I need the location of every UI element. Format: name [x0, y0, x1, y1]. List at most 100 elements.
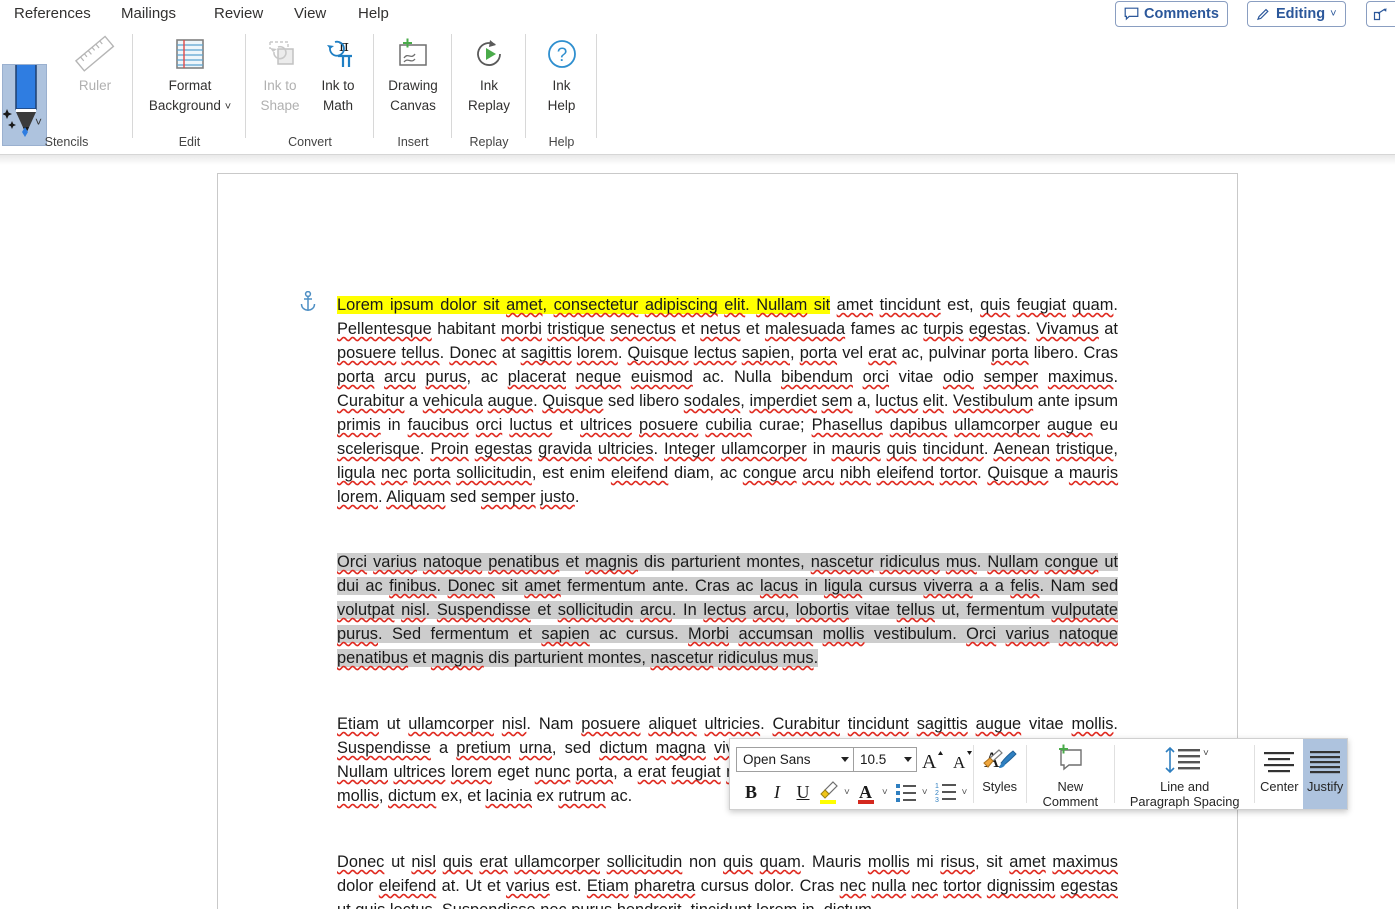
underline-button[interactable]: U [790, 778, 816, 806]
bullet-list-icon [895, 784, 916, 802]
svg-text:˅: ˅ [1203, 748, 1209, 759]
ink-to-shape-line1: Ink to [263, 78, 297, 93]
ink-to-shape-icon [260, 32, 300, 76]
line-spacing-line1: Line and [1160, 779, 1210, 794]
chevron-down-icon [841, 756, 849, 762]
ruler-label: Ruler [78, 78, 112, 93]
bold-label: B [744, 781, 757, 802]
text-highlight-color-button[interactable] [816, 778, 842, 806]
line-spacing-icon: ˅ [1157, 743, 1213, 779]
ribbon-group-convert: Ink to Shape π Ink to Math Convert [246, 28, 374, 155]
svg-text:A: A [953, 753, 966, 772]
ink-replay-icon [468, 32, 510, 76]
format-background-line2: Background ˅ [149, 96, 231, 117]
share-icon [1373, 7, 1390, 22]
blue-pen-icon [3, 65, 37, 137]
format-painter-icon [983, 749, 1003, 768]
ribbon-group-replay: Ink Replay Replay [452, 28, 526, 155]
drawing-canvas-line1: Drawing [388, 78, 438, 93]
numbering-button[interactable]: 1 2 3 [932, 778, 960, 806]
ink-to-math-icon: π [318, 32, 358, 76]
floating-mini-toolbar[interactable]: Open Sans 10.5 A A B I U ˅ A ˅ ˅ 1 2 3 ˅… [729, 738, 1348, 810]
paragraph-4[interactable]: Donec ut nisl quis erat ullamcorper soll… [337, 850, 1118, 909]
ribbon-group-label-help: Help [548, 135, 575, 149]
tab-mailings[interactable]: Mailings [115, 2, 182, 26]
highlight-color-chevron-down-icon[interactable]: ˅ [844, 787, 850, 798]
ruler-icon [74, 32, 116, 76]
format-background-button[interactable]: Format Background ˅ [135, 32, 245, 117]
ribbon-group-label-stencils: Stencils [44, 135, 89, 149]
mini-toolbar-row-2: B I U ˅ A ˅ ˅ 1 2 3 ˅ [730, 777, 967, 807]
format-painter-button[interactable] [977, 745, 1007, 773]
ribbon-tab-bar: References Mailings Review View Help Com… [0, 0, 1395, 28]
new-comment-line2: Comment [1042, 794, 1099, 809]
group-separator [596, 34, 597, 138]
highlighted-sentence: Lorem ipsum dolor sit amet, consectetur … [337, 296, 831, 314]
svg-text:A: A [859, 782, 872, 802]
new-comment-button[interactable]: New Comment [1027, 739, 1114, 809]
shrink-font-button[interactable]: A [947, 745, 977, 773]
tab-references[interactable]: References [8, 2, 97, 26]
ruler-button[interactable]: Ruler [60, 32, 130, 96]
numbering-chevron-down-icon[interactable]: ˅ [962, 787, 968, 798]
tab-view[interactable]: View [288, 2, 332, 26]
bold-button[interactable]: B [738, 778, 764, 806]
tab-review[interactable]: Review [208, 2, 269, 26]
font-name-combo[interactable]: Open Sans [736, 746, 854, 772]
bullets-button[interactable] [892, 778, 920, 806]
ink-to-math-line1: Ink to [321, 78, 355, 93]
chevron-down-icon: ˅ [1330, 8, 1337, 20]
editing-button[interactable]: Editing ˅ [1247, 1, 1346, 27]
ink-help-button[interactable]: ? Ink Help [526, 32, 597, 116]
anchor-icon [298, 291, 318, 313]
ink-replay-line1: Ink [479, 78, 498, 93]
chevron-down-icon [904, 756, 912, 762]
italic-label: I [774, 781, 780, 802]
line-spacing-line2: Paragraph Spacing [1129, 794, 1240, 809]
ink-to-shape-button[interactable]: Ink to Shape [250, 32, 310, 116]
align-center-button[interactable]: Center [1255, 739, 1303, 809]
pencil-icon [1256, 7, 1271, 22]
paragraph-1[interactable]: Lorem ipsum dolor sit amet, consectetur … [337, 293, 1118, 509]
highlighter-icon [820, 781, 838, 804]
grow-font-button[interactable]: A [917, 745, 947, 773]
font-name-value: Open Sans [743, 751, 811, 767]
tab-help[interactable]: Help [352, 2, 395, 26]
mini-toolbar-row-1: Open Sans 10.5 A A [730, 744, 1007, 774]
new-comment-icon [1050, 743, 1090, 779]
question-circle-icon: ? [542, 32, 582, 76]
shrink-font-icon: A [953, 751, 972, 772]
ribbon-group-help: ? Ink Help Help [526, 28, 597, 155]
ink-replay-button[interactable]: Ink Replay [452, 32, 526, 116]
align-justify-icon [1307, 743, 1343, 779]
align-justify-button[interactable]: Justify [1303, 739, 1347, 809]
share-button[interactable] [1366, 1, 1395, 27]
svg-text:3: 3 [935, 797, 939, 803]
font-color-button[interactable]: A [854, 778, 880, 806]
chevron-down-icon: ˅ [34, 115, 42, 129]
justify-label: Justify [1307, 779, 1344, 794]
ink-to-shape-line2: Shape [260, 98, 300, 113]
ribbon-group-stencils: ˅ Ruler Stencils [0, 28, 133, 155]
bullets-chevron-down-icon[interactable]: ˅ [922, 787, 928, 798]
pen-stencil-button[interactable]: ˅ [2, 64, 47, 146]
italic-button[interactable]: I [764, 778, 790, 806]
ink-replay-line2: Replay [467, 98, 511, 113]
line-and-paragraph-spacing-button[interactable]: ˅ Line and Paragraph Spacing [1115, 739, 1255, 809]
font-size-combo[interactable]: 10.5 [853, 746, 917, 772]
drawing-canvas-button[interactable]: Drawing Canvas [374, 32, 452, 116]
comments-button[interactable]: Comments [1115, 1, 1228, 27]
font-color-icon: A [857, 782, 874, 804]
mini-toolbar-font-section: Open Sans 10.5 A A B I U ˅ A ˅ ˅ 1 2 3 ˅ [730, 739, 1003, 809]
comment-bubble-icon [1124, 7, 1139, 21]
ribbon-group-label-insert: Insert [397, 135, 429, 149]
ribbon-group-label-edit: Edit [178, 135, 201, 149]
svg-text:A: A [922, 751, 937, 772]
paragraph-2-selected[interactable]: Orci varius natoque penatibus et magnis … [337, 550, 1119, 670]
ink-to-math-button[interactable]: π Ink to Math [308, 32, 368, 116]
ribbon-group-insert: Drawing Canvas Insert [374, 28, 452, 155]
ribbon-shadow [0, 155, 1395, 165]
font-color-chevron-down-icon[interactable]: ˅ [882, 787, 888, 798]
editing-label: Editing [1276, 6, 1326, 22]
drawing-canvas-line2: Canvas [390, 98, 436, 113]
